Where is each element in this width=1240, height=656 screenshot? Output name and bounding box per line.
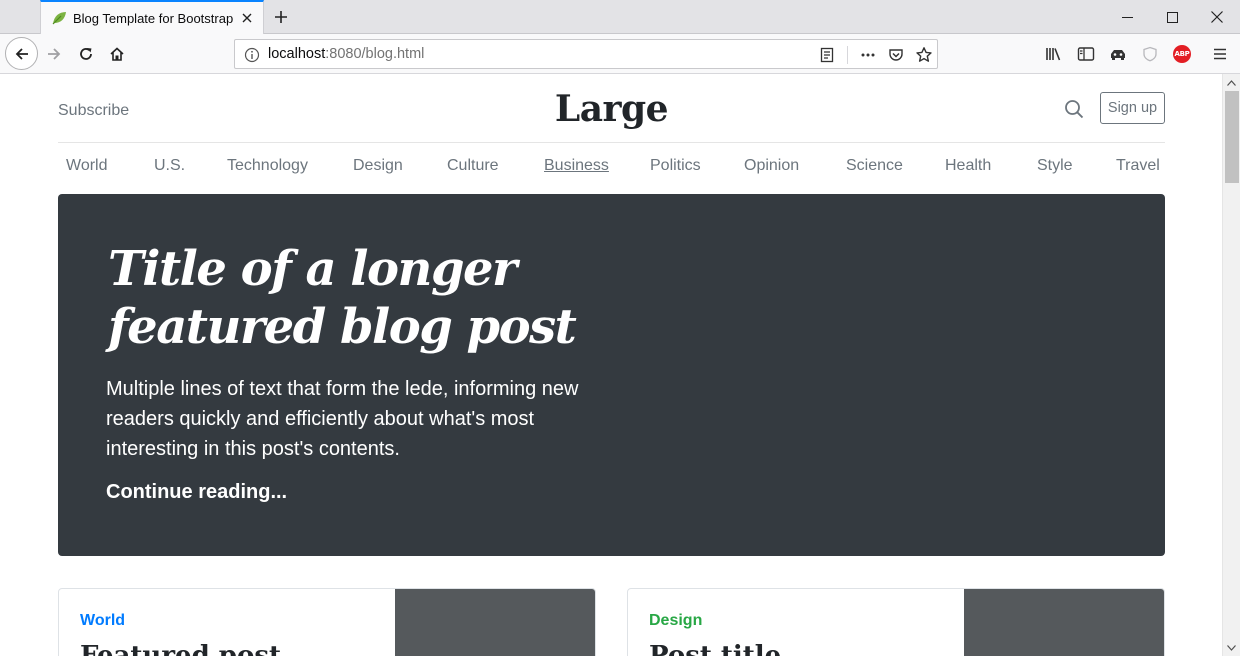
scrollbar-thumb[interactable] bbox=[1225, 91, 1239, 183]
sign-up-button[interactable]: Sign up bbox=[1100, 92, 1165, 124]
card-thumbnail bbox=[395, 589, 595, 656]
site-logo[interactable]: Large bbox=[58, 88, 1165, 130]
nav-item-travel[interactable]: Travel bbox=[1116, 157, 1160, 175]
scroll-up-arrow-icon[interactable] bbox=[1223, 74, 1240, 91]
url-divider bbox=[847, 46, 848, 64]
tab-strip: Blog Template for Bootstrap bbox=[0, 0, 1240, 34]
tab-close-icon[interactable] bbox=[237, 8, 257, 28]
library-icon[interactable] bbox=[1041, 41, 1067, 67]
scroll-down-arrow-icon[interactable] bbox=[1223, 639, 1240, 656]
featured-lede: Multiple lines of text that form the led… bbox=[106, 378, 579, 460]
minimize-icon[interactable] bbox=[1104, 0, 1150, 34]
continue-reading-link[interactable]: Continue reading... bbox=[106, 481, 287, 504]
featured-jumbotron: Title of a longer featured blog post Mul… bbox=[58, 194, 1165, 556]
nav-item-design[interactable]: Design bbox=[353, 157, 403, 175]
reload-icon[interactable] bbox=[72, 40, 100, 68]
nav-item-technology[interactable]: Technology bbox=[227, 157, 308, 175]
bookmark-star-icon[interactable] bbox=[912, 43, 936, 67]
card-category[interactable]: World bbox=[80, 612, 125, 630]
nav-item-politics[interactable]: Politics bbox=[650, 157, 701, 175]
pocket-icon[interactable] bbox=[884, 43, 908, 67]
browser-tab[interactable]: Blog Template for Bootstrap bbox=[40, 0, 264, 34]
featured-title-line-2: featured blog post bbox=[108, 299, 577, 355]
card-title[interactable]: Featured post bbox=[80, 641, 281, 656]
card-title[interactable]: Post title bbox=[649, 641, 781, 656]
site-info-icon[interactable] bbox=[243, 46, 261, 64]
page-viewport: Subscribe Large Sign up World U.S. Techn… bbox=[0, 74, 1222, 656]
nav-item-us[interactable]: U.S. bbox=[154, 157, 185, 175]
close-window-icon[interactable] bbox=[1194, 0, 1240, 34]
home-icon[interactable] bbox=[103, 40, 131, 68]
card-category[interactable]: Design bbox=[649, 612, 702, 630]
nav-item-style[interactable]: Style bbox=[1037, 157, 1073, 175]
nav-item-world[interactable]: World bbox=[66, 157, 108, 175]
nav-item-business[interactable]: Business bbox=[544, 157, 609, 175]
url-text[interactable]: localhost:8080/blog.html bbox=[268, 46, 424, 62]
sidebar-icon[interactable] bbox=[1073, 41, 1099, 67]
leaf-favicon-icon bbox=[51, 10, 67, 26]
back-arrow-icon[interactable] bbox=[5, 37, 38, 70]
nav-item-opinion[interactable]: Opinion bbox=[744, 157, 799, 175]
vertical-scrollbar[interactable] bbox=[1222, 74, 1240, 656]
featured-post-card[interactable]: World Featured post bbox=[58, 588, 596, 656]
nav-item-science[interactable]: Science bbox=[846, 157, 903, 175]
new-tab-icon[interactable] bbox=[268, 5, 294, 29]
url-path: :8080/blog.html bbox=[325, 46, 425, 62]
shield-icon[interactable] bbox=[1137, 41, 1163, 67]
maximize-icon[interactable] bbox=[1149, 0, 1195, 34]
page-actions-icon[interactable] bbox=[856, 43, 880, 67]
blog-header: Subscribe Large Sign up bbox=[58, 74, 1165, 143]
url-host: localhost bbox=[268, 46, 326, 62]
browser-toolbar: localhost:8080/blog.html ABP bbox=[0, 34, 1240, 74]
extension-icon[interactable] bbox=[1105, 41, 1131, 67]
search-icon[interactable] bbox=[1064, 99, 1084, 119]
card-thumbnail bbox=[964, 589, 1164, 656]
hamburger-menu-icon[interactable] bbox=[1207, 41, 1233, 67]
nav-item-health[interactable]: Health bbox=[945, 157, 991, 175]
category-nav: World U.S. Technology Design Culture Bus… bbox=[58, 144, 1165, 192]
featured-title-line-1: Title of a longer bbox=[108, 241, 517, 297]
adblock-icon[interactable]: ABP bbox=[1169, 41, 1195, 67]
post-card[interactable]: Design Post title bbox=[627, 588, 1165, 656]
featured-title: Title of a longer featured blog post bbox=[108, 240, 648, 356]
reader-view-icon[interactable] bbox=[815, 43, 839, 67]
url-bar[interactable]: localhost:8080/blog.html bbox=[234, 39, 938, 69]
nav-item-culture[interactable]: Culture bbox=[447, 157, 499, 175]
forward-arrow-icon[interactable] bbox=[40, 40, 68, 68]
tab-title: Blog Template for Bootstrap bbox=[73, 10, 234, 26]
